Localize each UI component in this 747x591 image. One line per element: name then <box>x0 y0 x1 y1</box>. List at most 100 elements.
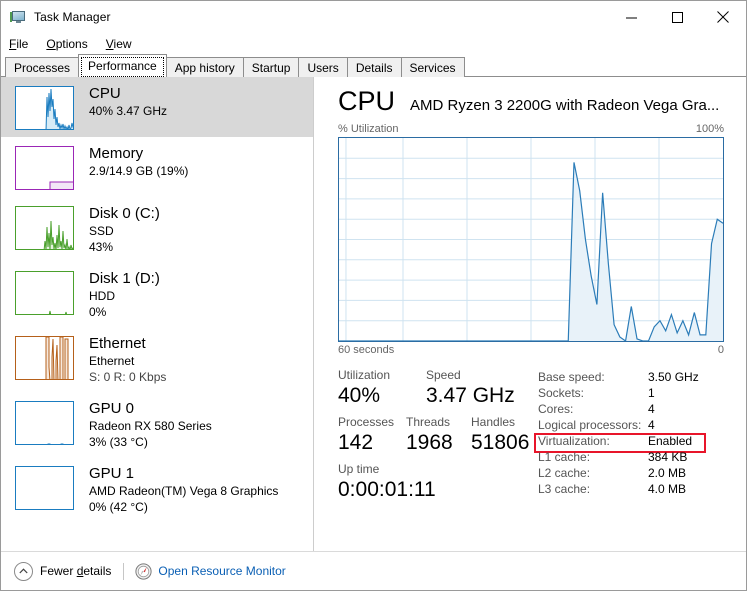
cpu-model-name: AMD Ryzen 3 2200G with Radeon Vega Gra..… <box>410 97 720 114</box>
open-resource-monitor-label: Open Resource Monitor <box>158 564 286 578</box>
tab-details[interactable]: Details <box>346 57 402 77</box>
tab-users[interactable]: Users <box>298 57 348 77</box>
sidebar-item-sub1: Ethernet <box>89 354 135 368</box>
chart-x-axis-end-label: 0 <box>717 344 724 356</box>
sidebar-item-text: GPU 0 Radeon RX 580 Series 3% (33 °C) <box>89 399 212 450</box>
menu-file[interactable]: FFileile <box>9 37 28 51</box>
spec-row-l2-cache: L2 cache: 2.0 MB <box>538 465 724 481</box>
stat-threads: Threads 1968 <box>406 415 471 456</box>
sidebar-item-title: GPU 0 <box>89 400 135 417</box>
tab-services[interactable]: Services <box>400 57 465 77</box>
tab-app-history[interactable]: App history <box>165 57 244 77</box>
menu-options[interactable]: Options <box>46 37 87 51</box>
stat-label: Up time <box>338 462 380 476</box>
sidebar-item-memory[interactable]: Memory 2.9/14.9 GB (19%) <box>1 137 313 197</box>
spec-key: Virtualization: <box>538 434 610 448</box>
sidebar-item-title: Disk 0 (C:) <box>89 205 160 222</box>
status-bar: Fewer details Open Resource Monitor <box>1 551 746 590</box>
task-manager-icon <box>10 9 26 25</box>
status-bar-divider <box>123 562 125 580</box>
gpu0-thumbnail-graph <box>15 401 74 445</box>
sidebar-item-text: GPU 1 AMD Radeon(TM) Vega 8 Graphics 0% … <box>89 464 278 515</box>
page-title: CPU <box>338 86 396 116</box>
spec-value: 4 <box>648 402 655 416</box>
menu-view[interactable]: View <box>106 37 132 51</box>
close-button[interactable] <box>700 1 746 33</box>
sidebar-item-text: Disk 0 (C:) SSD 43% <box>89 204 160 255</box>
tab-label: Processes <box>14 60 71 75</box>
title-bar: Task Manager <box>1 1 746 33</box>
spec-row-cores: Cores: 4 <box>538 401 724 417</box>
stat-utilization: Utilization 40% <box>338 368 426 409</box>
spec-row-logical-processors: Logical processors: 4 <box>538 417 724 433</box>
spec-value: 1 <box>648 386 655 400</box>
sidebar-item-title: GPU 1 <box>89 465 135 482</box>
spec-key: L3 cache: <box>538 482 591 496</box>
sidebar-item-gpu0[interactable]: GPU 0 Radeon RX 580 Series 3% (33 °C) <box>1 392 313 457</box>
sidebar-item-sub2: 43% <box>89 240 114 254</box>
minimize-button[interactable] <box>608 1 654 33</box>
tab-startup[interactable]: Startup <box>242 57 300 77</box>
chart-svg <box>339 138 723 341</box>
stat-handles: Handles 51806 <box>471 415 529 456</box>
stat-value: 1968 <box>406 431 453 454</box>
sidebar-item-title: Disk 1 (D:) <box>89 270 160 287</box>
sidebar-item-title: Ethernet <box>89 335 146 352</box>
fewer-details-label: Fewer details <box>40 564 112 578</box>
open-resource-monitor-link[interactable]: Open Resource Monitor <box>135 562 286 580</box>
chart-y-axis-label: % Utilization <box>338 123 399 135</box>
spec-key: L1 cache: <box>538 450 591 464</box>
stat-label: Utilization <box>338 368 391 382</box>
sidebar-item-title: Memory <box>89 145 144 162</box>
disk1-thumbnail-graph <box>15 271 74 315</box>
spec-row-virtualization: Virtualization: Enabled <box>534 433 724 453</box>
sidebar-item-gpu1[interactable]: GPU 1 AMD Radeon(TM) Vega 8 Graphics 0% … <box>1 457 313 522</box>
spec-key: L2 cache: <box>538 466 591 480</box>
window-title: Task Manager <box>34 10 111 24</box>
chevron-up-icon <box>14 561 33 581</box>
sidebar-item-disk0[interactable]: Disk 0 (C:) SSD 43% <box>1 197 313 262</box>
stat-processes: Processes 142 <box>338 415 406 456</box>
focus-ring <box>81 57 164 77</box>
stat-label: Speed <box>426 368 461 382</box>
spec-row-l1-cache: L1 cache: 384 KB <box>538 449 724 465</box>
spec-value: Enabled <box>648 434 693 448</box>
sidebar-item-title: CPU <box>89 85 121 102</box>
spec-value: 384 KB <box>648 450 688 464</box>
chart-top-labels: % Utilization 100% <box>338 123 724 135</box>
sidebar-item-text: Memory 2.9/14.9 GB (19%) <box>89 144 188 179</box>
tab-performance[interactable]: Performance <box>78 54 167 77</box>
resource-list[interactable]: CPU 40% 3.47 GHz Memory 2.9/14.9 GB (19%… <box>1 77 314 551</box>
sidebar-item-disk1[interactable]: Disk 1 (D:) HDD 0% <box>1 262 313 327</box>
spec-value: 3.50 GHz <box>648 370 699 384</box>
sidebar-item-sub1: 40% 3.47 GHz <box>89 104 168 118</box>
spec-key: Cores: <box>538 402 574 416</box>
cpu-specs-list: Base speed: 3.50 GHz Sockets: 1 Cores: 4… <box>534 368 724 509</box>
tab-label: Startup <box>251 60 291 75</box>
stats-left-column: Utilization 40% Speed 3.47 GHz Processes… <box>338 368 538 509</box>
chart-bottom-labels: 60 seconds 0 <box>338 344 724 356</box>
tab-label: App history <box>174 60 235 75</box>
sidebar-item-sub2: 0% (42 °C) <box>89 500 148 514</box>
memory-thumbnail-graph <box>15 146 74 190</box>
stat-value: 40% <box>338 384 381 407</box>
spec-value: 4 <box>648 418 655 432</box>
task-manager-window: Task Manager FFileile Options View Proce… <box>0 0 747 591</box>
disk0-thumbnail-graph <box>15 206 74 250</box>
spec-key: Sockets: <box>538 386 585 400</box>
sidebar-item-text: CPU 40% 3.47 GHz <box>89 84 167 119</box>
stats-row-1: Utilization 40% Speed 3.47 GHz <box>338 368 538 409</box>
fewer-details-button[interactable]: Fewer details <box>14 561 112 581</box>
sidebar-item-cpu[interactable]: CPU 40% 3.47 GHz <box>1 77 313 137</box>
tab-processes[interactable]: Processes <box>5 57 80 77</box>
panel-header: CPU AMD Ryzen 3 2200G with Radeon Vega G… <box>338 85 724 117</box>
tab-strip: Processes Performance App history Startu… <box>1 54 746 77</box>
sidebar-item-text: Ethernet Ethernet S: 0 R: 0 Kbps <box>89 334 166 385</box>
chart-x-axis-start-label: 60 seconds <box>338 344 395 356</box>
sidebar-item-ethernet[interactable]: Ethernet Ethernet S: 0 R: 0 Kbps <box>1 327 313 392</box>
stat-label: Threads <box>406 415 451 429</box>
sidebar-item-sub2: S: 0 R: 0 Kbps <box>89 370 167 384</box>
maximize-button[interactable] <box>654 1 700 33</box>
sidebar-item-text: Disk 1 (D:) HDD 0% <box>89 269 160 320</box>
cpu-utilization-chart <box>338 137 724 342</box>
